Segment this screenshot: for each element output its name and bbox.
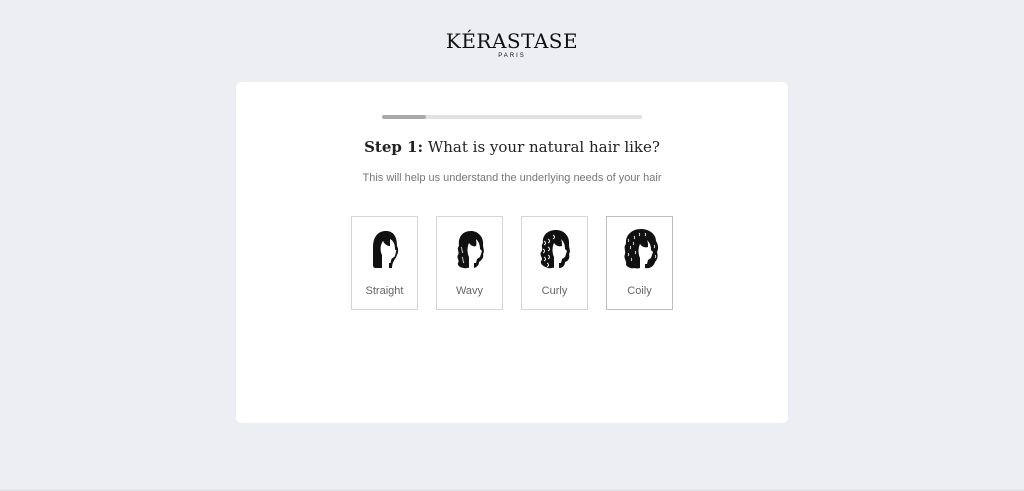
coily-hair-icon: [624, 229, 659, 269]
hair-type-options: Straight Wavy Curly Coily: [351, 216, 673, 312]
question-text: What is your natural hair like?: [423, 138, 660, 156]
option-wavy[interactable]: Wavy: [436, 216, 503, 310]
option-coily[interactable]: Coily: [606, 216, 673, 310]
curly-hair-icon: [540, 230, 570, 269]
option-label: Coily: [627, 285, 652, 297]
option-label: Straight: [365, 285, 404, 297]
option-curly[interactable]: Curly: [521, 216, 588, 310]
question-title: Step 1: What is your natural hair like?: [236, 138, 788, 156]
option-label: Curly: [541, 285, 568, 297]
question-subtitle: This will help us understand the underly…: [362, 172, 662, 184]
brand-name: KÉRASTASE: [445, 29, 579, 53]
brand-city: PARIS: [498, 53, 526, 59]
option-label: Wavy: [455, 285, 484, 297]
option-straight[interactable]: Straight: [351, 216, 418, 310]
wavy-hair-icon: [457, 231, 484, 269]
progress-fill: [382, 115, 427, 119]
step-label: Step 1:: [364, 138, 424, 156]
brand-logo[interactable]: KÉRASTASE PARIS: [0, 30, 1024, 59]
quiz-card: Step 1: What is your natural hair like? …: [236, 82, 788, 423]
progress-bar: [382, 115, 642, 119]
straight-hair-icon: [373, 231, 399, 268]
